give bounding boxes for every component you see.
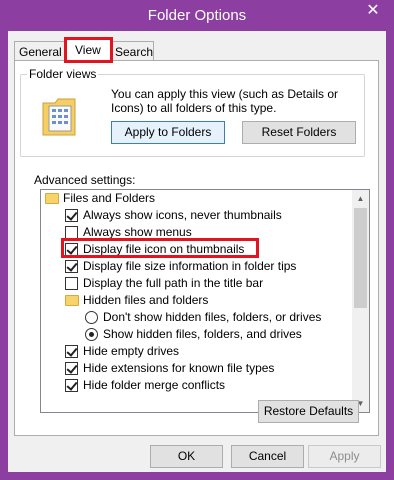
list-item-label: Hide folder merge conflicts <box>83 378 226 392</box>
advanced-settings-list[interactable]: Files and Folders Always show icons, nev… <box>40 189 370 413</box>
close-icon: ✕ <box>366 2 380 19</box>
scroll-thumb[interactable] <box>354 208 367 308</box>
vertical-scrollbar[interactable]: ▲ ▼ <box>352 190 369 412</box>
restore-defaults-button[interactable]: Restore Defaults <box>258 400 359 423</box>
radio-show-hidden[interactable] <box>85 328 98 341</box>
tab-view-label: View <box>75 43 101 57</box>
list-item-label: Don't show hidden files, folders, or dri… <box>103 310 322 324</box>
checkbox-always-show-icons[interactable] <box>65 209 78 222</box>
list-item-label: Display file size information in folder … <box>83 259 297 273</box>
checkbox-hide-merge-conflicts[interactable] <box>65 379 78 392</box>
cancel-button[interactable]: Cancel <box>231 445 304 468</box>
folder-icon <box>45 193 59 204</box>
advanced-settings-label: Advanced settings: <box>34 173 136 187</box>
list-item-label: Hide empty drives <box>83 344 180 358</box>
tab-search-label: Search <box>115 45 154 59</box>
checkbox-hide-extensions[interactable] <box>65 362 78 375</box>
dialog-client-area: General View Search Folder views You can… <box>8 31 386 472</box>
list-item-label: Show hidden files, folders, and drives <box>103 327 302 341</box>
window-title: Folder Options <box>147 7 247 24</box>
checkbox-display-full-path[interactable] <box>65 277 78 290</box>
list-item-label: Display the full path in the title bar <box>83 276 264 290</box>
apply-to-folders-button[interactable]: Apply to Folders <box>111 121 225 144</box>
list-item-label: Hidden files and folders <box>83 293 209 307</box>
reset-folders-button[interactable]: Reset Folders <box>242 121 356 144</box>
list-item-label: Always show icons, never thumbnails <box>83 208 282 222</box>
folder-options-window: Folder Options ✕ General View Search Fol… <box>0 0 394 480</box>
close-button[interactable]: ✕ <box>358 1 388 21</box>
folder-views-title: Folder views <box>27 67 99 81</box>
folder-views-description: You can apply this view (such as Details… <box>111 87 339 115</box>
radio-dont-show-hidden[interactable] <box>85 311 98 324</box>
tab-view[interactable]: View <box>64 37 113 63</box>
list-item-label: Files and Folders <box>63 191 156 205</box>
folder-views-group: Folder views You can apply this view (su… <box>20 67 365 157</box>
folder-icon <box>65 295 79 306</box>
apply-button[interactable]: Apply <box>308 445 381 468</box>
ok-button[interactable]: OK <box>150 445 223 468</box>
title-bar[interactable]: Folder Options ✕ <box>0 0 394 32</box>
scroll-up-arrow-icon[interactable]: ▲ <box>352 190 369 207</box>
checkbox-hide-empty-drives[interactable] <box>65 345 78 358</box>
tab-general-label: General <box>19 45 62 59</box>
folder-view-icon <box>41 97 77 137</box>
checkbox-display-file-size[interactable] <box>65 260 78 273</box>
list-item-label: Hide extensions for known file types <box>83 361 275 375</box>
highlight-annotation-box <box>61 238 259 258</box>
